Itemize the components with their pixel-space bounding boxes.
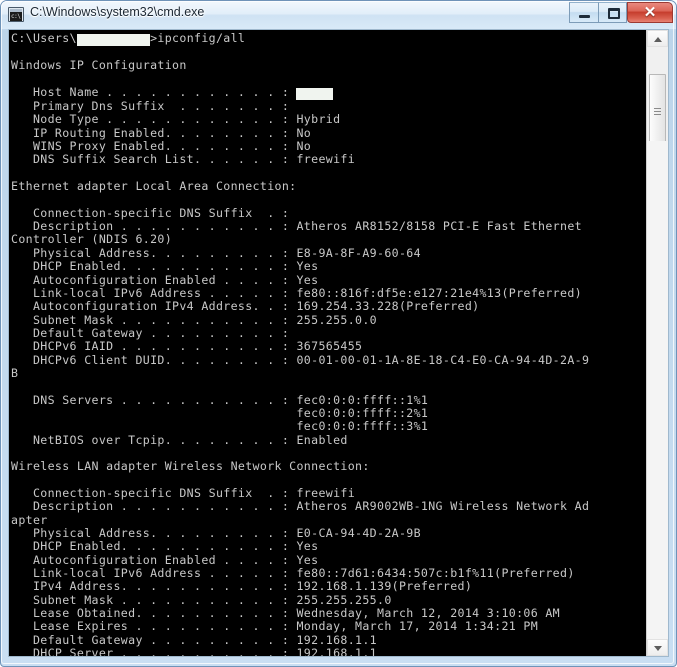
caption-buttons: ✕ xyxy=(569,2,673,24)
minimize-button[interactable] xyxy=(569,2,598,23)
console-client-area[interactable]: C:\Users\ >ipconfig/all Windows IP Confi… xyxy=(8,29,669,657)
window-title: C:\Windows\system32\cmd.exe xyxy=(30,5,205,19)
console-icon-window: c:\ xyxy=(8,7,24,22)
scrollbar-grip-icon xyxy=(654,107,661,115)
cmd-console-icon[interactable]: c:\ xyxy=(8,7,24,23)
console-icon-text: c:\ xyxy=(10,12,22,21)
vertical-scrollbar[interactable] xyxy=(646,30,668,656)
console-viewport[interactable]: C:\Users\ >ipconfig/all Windows IP Confi… xyxy=(9,30,646,656)
close-icon: ✕ xyxy=(643,4,657,21)
cmd-window: c:\ C:\Windows\system32\cmd.exe ✕ C:\Use… xyxy=(0,0,677,667)
restore-button[interactable] xyxy=(598,2,627,23)
close-button[interactable]: ✕ xyxy=(627,2,673,23)
scroll-up-button[interactable] xyxy=(647,30,668,47)
redacted-text xyxy=(296,88,334,101)
scrollbar-thumb[interactable] xyxy=(649,73,666,150)
scrollbar-track[interactable] xyxy=(647,141,668,639)
chevron-down-icon xyxy=(654,646,662,651)
restore-icon xyxy=(608,8,620,19)
scroll-down-button[interactable] xyxy=(647,639,668,656)
minimize-icon xyxy=(579,15,590,18)
chevron-up-icon xyxy=(654,37,662,42)
redacted-text xyxy=(76,34,151,46)
console-output: C:\Users\ >ipconfig/all Windows IP Confi… xyxy=(11,31,590,656)
titlebar[interactable]: c:\ C:\Windows\system32\cmd.exe ✕ xyxy=(1,1,676,28)
